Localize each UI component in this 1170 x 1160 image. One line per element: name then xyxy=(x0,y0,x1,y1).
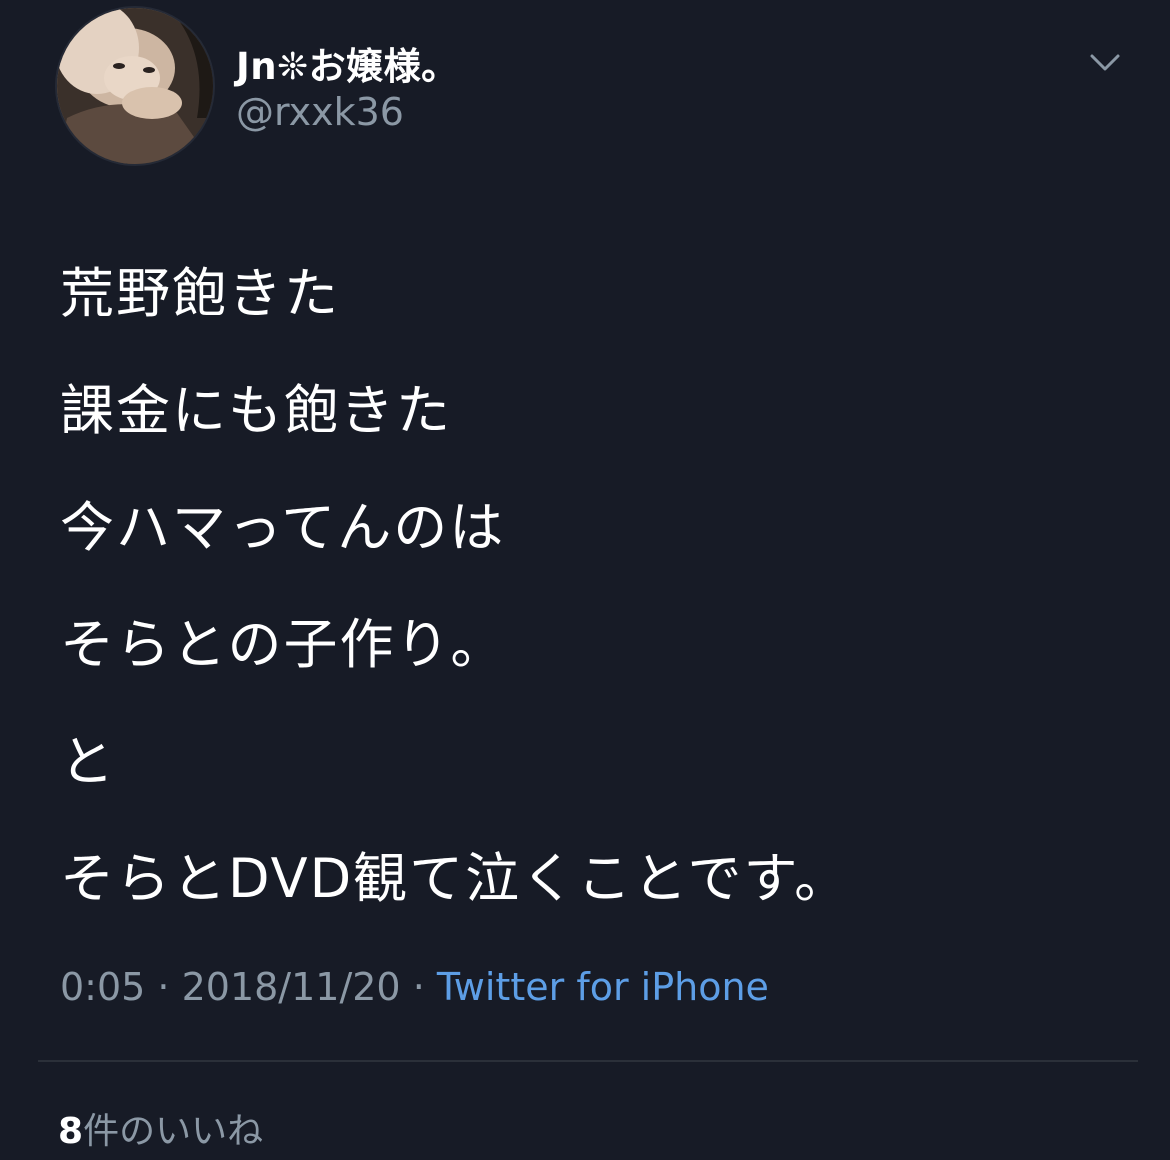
tweet-text: 荒野飽きた 課金にも飽きた 今ハマってんのは そらとの子作り。 と そらとDVD… xyxy=(60,235,1140,937)
avatar-photo xyxy=(57,8,213,164)
chevron-down-icon xyxy=(1090,54,1120,71)
tweet-source-link[interactable]: Twitter for iPhone xyxy=(437,965,769,1009)
meta-separator: · xyxy=(400,965,437,1009)
tweet-date: 2018/11/20 xyxy=(181,965,401,1009)
likes-link[interactable]: 8件のいいね xyxy=(58,1102,263,1154)
likes-label: 件のいいね xyxy=(83,1111,264,1152)
tweet-line: 課金にも飽きた xyxy=(60,379,452,442)
tweet: Jn❊お嬢様。 @rxxk36 荒野飽きた 課金にも飽きた 今ハマってんのは そ… xyxy=(0,0,1170,1160)
tweet-line: 荒野飽きた xyxy=(60,262,340,325)
tweet-line: そらとの子作り。 xyxy=(60,613,507,676)
meta-separator: · xyxy=(145,965,182,1009)
tweet-line: そらとDVD観て泣くことです。 xyxy=(60,847,851,910)
avatar[interactable] xyxy=(57,8,213,164)
divider xyxy=(38,1060,1138,1062)
display-name[interactable]: Jn❊お嬢様。 xyxy=(236,36,459,90)
tweet-line: と xyxy=(60,730,116,793)
tweet-time: 0:05 xyxy=(60,965,146,1009)
more-button[interactable] xyxy=(1080,40,1130,84)
handle[interactable]: @rxxk36 xyxy=(236,90,404,134)
tweet-meta: 0:05 · 2018/11/20 · Twitter for iPhone xyxy=(60,965,769,1009)
tweet-line: 今ハマってんのは xyxy=(60,496,506,559)
likes-count: 8 xyxy=(58,1111,84,1152)
